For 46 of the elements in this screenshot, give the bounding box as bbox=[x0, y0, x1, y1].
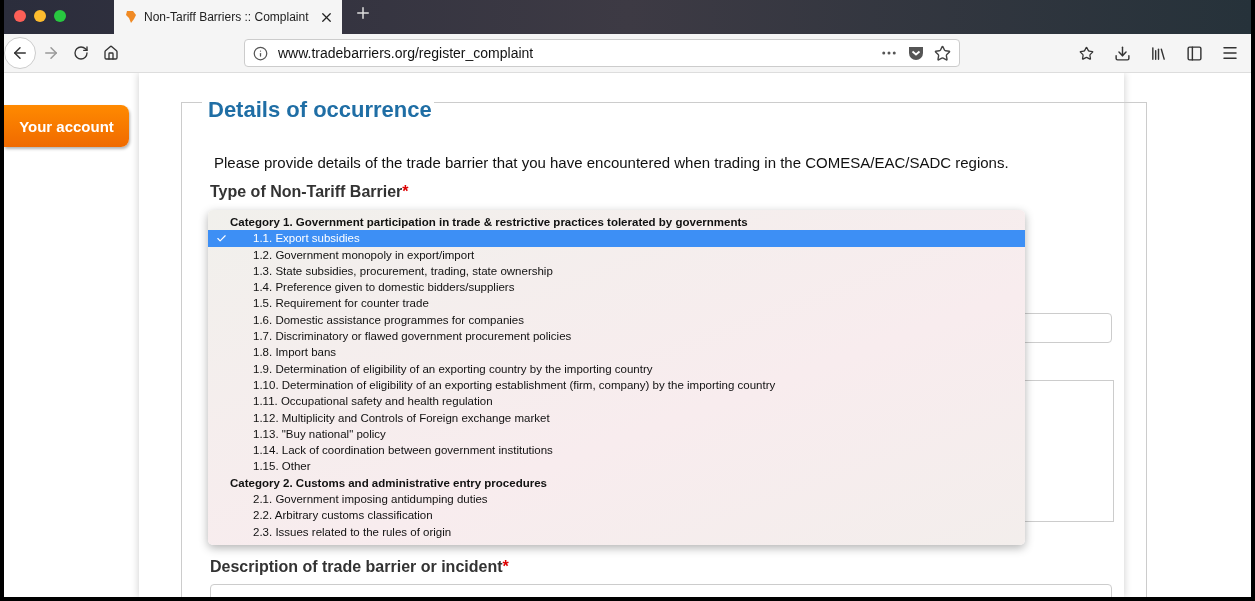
dropdown-option[interactable]: 1.8. Import bans bbox=[208, 344, 1025, 361]
minimize-window-icon[interactable] bbox=[34, 10, 46, 22]
option-group-label: Category 2. Customs and administrative entry procedures bbox=[229, 475, 548, 491]
dropdown-option[interactable]: 1.4. Preference given to domestic bidders/suppliers bbox=[208, 279, 1025, 296]
dropdown-option[interactable]: 1.14. Lack of coordination between government institutions bbox=[208, 442, 1025, 459]
zoom-window-icon[interactable] bbox=[54, 10, 66, 22]
dropdown-option[interactable]: 1.3. State subsidies, procurement, trading, state ownership bbox=[208, 262, 1025, 280]
menu-icon[interactable] bbox=[1221, 44, 1239, 62]
home-icon[interactable] bbox=[103, 45, 119, 61]
tab-title: Non-Tariff Barriers :: Complaint bbox=[144, 10, 310, 24]
option-group-label: Category 1. Government participation in trade & restrictive practices tolerated by governments bbox=[229, 215, 749, 230]
dropdown-option[interactable]: 1.12. Multiplicity and Controls of Foreign exchange market bbox=[208, 409, 1025, 426]
reload-icon[interactable] bbox=[73, 45, 89, 61]
dropdown-option[interactable]: 1.2. Government monopoly in export/import bbox=[208, 246, 1025, 263]
dropdown-option[interactable]: 1.13. "Buy national" policy bbox=[208, 425, 1025, 443]
dropdown-option[interactable]: 1.6. Domestic assistance programmes for companies bbox=[208, 311, 1025, 329]
dropdown-option[interactable]: 1.10. Determination of eligibility of an exporting establishment (firm, company) by the importing country bbox=[208, 376, 1025, 394]
check-icon bbox=[216, 232, 227, 244]
download-icon[interactable] bbox=[1113, 44, 1131, 62]
back-icon bbox=[11, 44, 29, 62]
dropdown-option[interactable]: 1.9. Determination of eligibility of an exporting country by the importing country bbox=[208, 360, 1025, 377]
dropdown-option[interactable]: 2.2. Arbitrary customs classification bbox=[208, 507, 1025, 524]
browser-tab[interactable]: Non-Tariff Barriers :: Complaint bbox=[114, 0, 342, 34]
pocket-icon[interactable] bbox=[908, 45, 924, 61]
bookmark-star-icon[interactable] bbox=[934, 44, 951, 62]
info-icon[interactable] bbox=[253, 45, 268, 61]
bookmarks-icon[interactable] bbox=[1078, 45, 1094, 61]
back-button[interactable] bbox=[4, 37, 36, 69]
required-mark: * bbox=[502, 558, 509, 575]
dropdown-option[interactable]: 1.5. Requirement for counter trade bbox=[208, 295, 1025, 312]
dropdown-option[interactable]: 1.7. Discriminatory or flawed government procurement policies bbox=[208, 328, 1025, 345]
map-icon bbox=[124, 10, 138, 24]
required-mark: * bbox=[402, 183, 409, 200]
field-label: Type of Non-Tariff Barrier bbox=[210, 183, 403, 200]
address-bar[interactable]: www.tradebarriers.org/register_complaint bbox=[244, 39, 960, 67]
library-icon[interactable] bbox=[1149, 44, 1167, 62]
new-tab-icon[interactable] bbox=[354, 4, 372, 22]
dropdown-option[interactable]: 1.11. Occupational safety and health regulation bbox=[208, 393, 1025, 410]
dropdown-option[interactable]: 2.3. Issues related to the rules of origin bbox=[208, 523, 1025, 540]
sidebar-icon[interactable] bbox=[1185, 44, 1203, 62]
close-window-icon[interactable] bbox=[14, 10, 26, 22]
field-label: Description of trade barrier or incident bbox=[210, 558, 503, 575]
intro-text: Please provide details of the trade barrier that you have encountered when trading in the COMESA/EAC/SADC regions. bbox=[214, 154, 1010, 171]
dropdown-option[interactable]: 2.1. Government imposing antidumping duties bbox=[208, 491, 1025, 508]
forward-icon[interactable] bbox=[42, 44, 60, 62]
dropdown-option[interactable]: 1.15. Other bbox=[208, 458, 1025, 475]
